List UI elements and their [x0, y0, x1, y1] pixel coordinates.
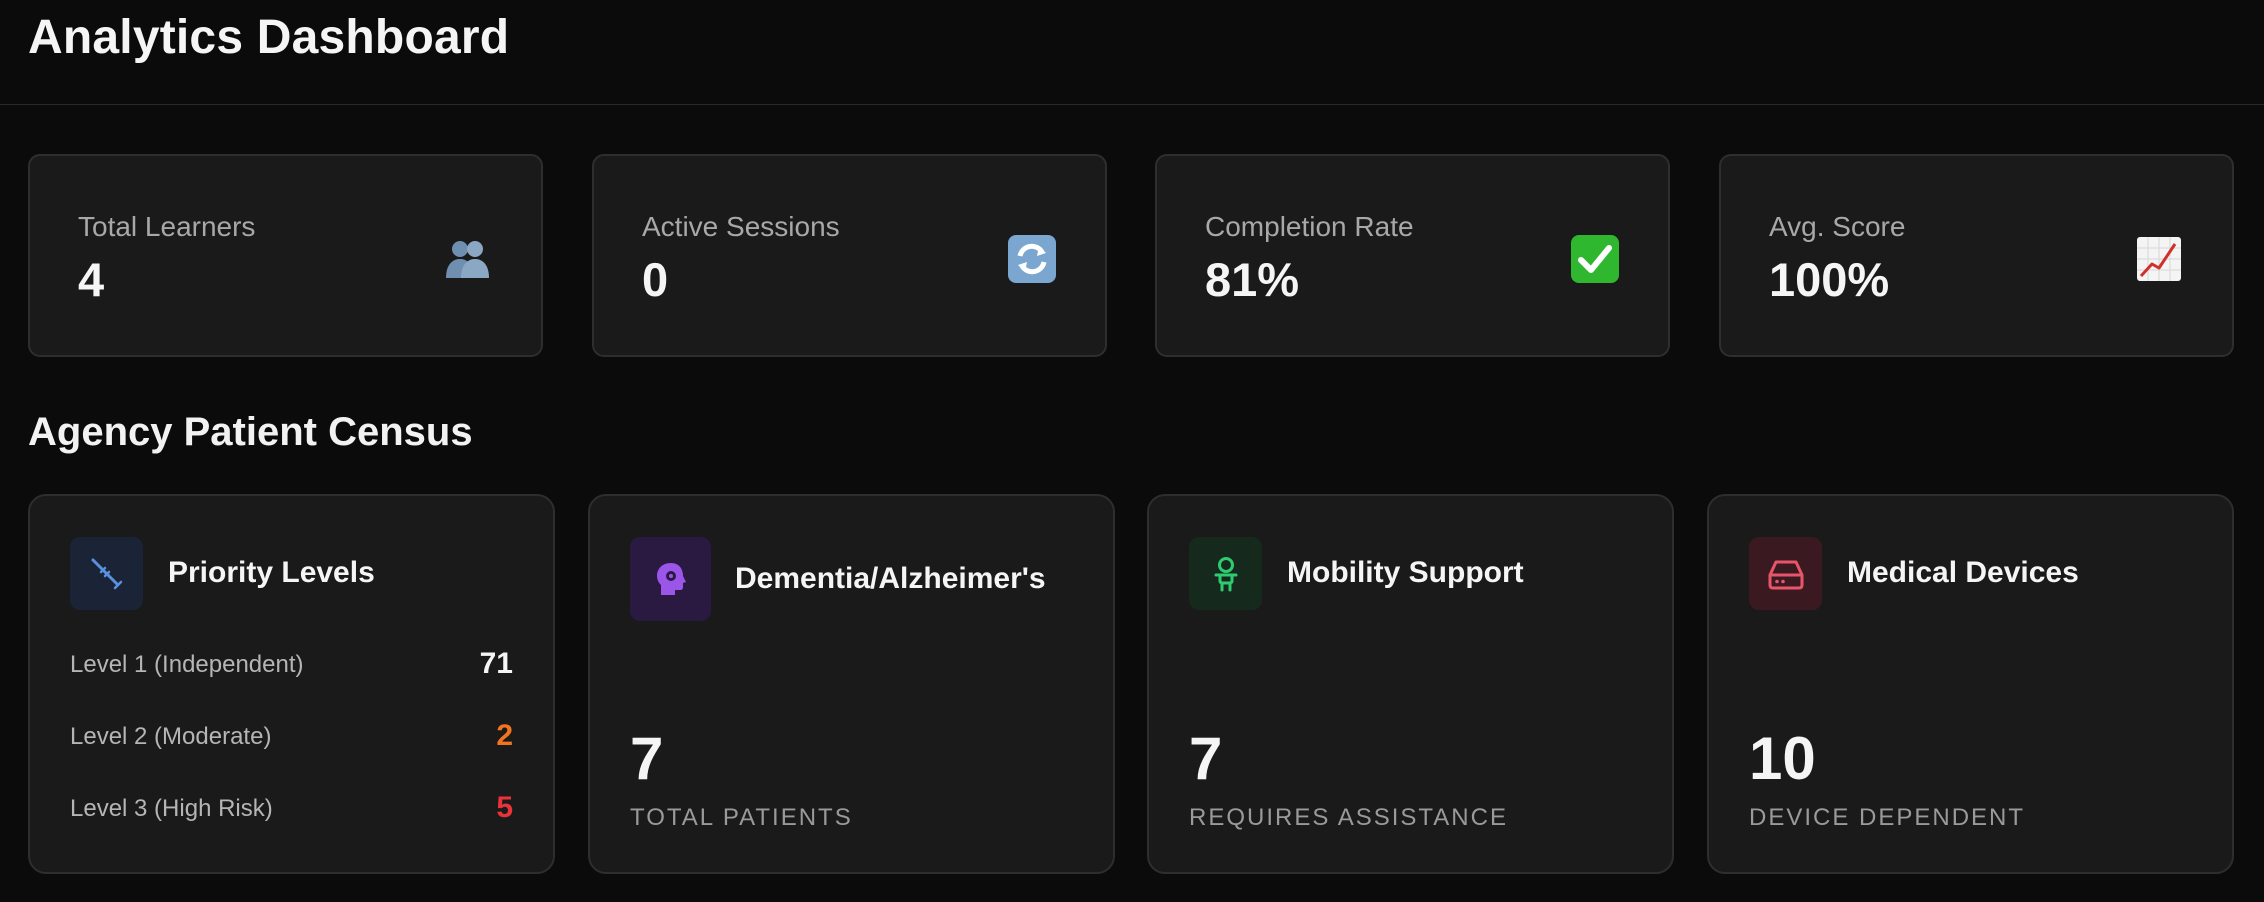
stat-label: Avg. Score: [1769, 211, 1906, 242]
stat-value: 4: [78, 253, 105, 306]
level-row: Level 1 (Independent) 71: [70, 647, 513, 683]
level-label: Level 1 (Independent): [70, 651, 304, 678]
icon-box: [1749, 537, 1822, 610]
stat-label: Completion Rate: [1205, 211, 1414, 242]
level-label: Level 2 (Moderate): [70, 723, 272, 750]
count-caption: REQUIRES ASSISTANCE: [1189, 804, 1508, 831]
level-value: 71: [479, 647, 513, 680]
stat-label: Total Learners: [78, 211, 256, 242]
level-label: Level 3 (High Risk): [70, 795, 273, 822]
check-icon: [1571, 235, 1619, 283]
stat-card-avg-score: Avg. Score 100%: [1719, 154, 2234, 357]
stat-card-total-learners: Total Learners 4: [28, 154, 543, 357]
card-title: Dementia/Alzheimer's: [735, 562, 1046, 595]
syringe-icon: [91, 558, 122, 589]
accessibility-icon: [1214, 556, 1237, 591]
card-title: Priority Levels: [168, 556, 375, 589]
level-row: Level 2 (Moderate) 2: [70, 719, 513, 755]
brain-head-icon: [656, 563, 686, 595]
page-title: Analytics Dashboard: [28, 11, 510, 64]
icon-box: [70, 537, 143, 610]
census-card-dementia: Dementia/Alzheimer's 7 TOTAL PATIENTS: [588, 494, 1115, 874]
census-card-priority-levels: Priority Levels Level 1 (Independent) 71…: [28, 494, 555, 874]
stat-card-active-sessions: Active Sessions 0: [592, 154, 1107, 357]
census-card-medical-devices: Medical Devices 10 DEVICE DEPENDENT: [1707, 494, 2234, 874]
hard-drive-icon: [1768, 560, 1803, 589]
section-title: Agency Patient Census: [28, 410, 473, 454]
census-card-mobility: Mobility Support 7 REQUIRES ASSISTANCE: [1147, 494, 1674, 874]
stat-value: 0: [642, 253, 669, 306]
level-row: Level 3 (High Risk) 5: [70, 791, 513, 827]
card-title: Medical Devices: [1847, 556, 2079, 589]
device-count: 10: [1749, 725, 1816, 792]
refresh-icon: [1008, 235, 1056, 283]
stat-value: 100%: [1769, 253, 1890, 306]
card-title: Mobility Support: [1287, 556, 1524, 589]
chart-up-icon: [2137, 237, 2181, 281]
icon-box: [1189, 537, 1262, 610]
patient-count: 7: [630, 725, 664, 792]
stat-value: 81%: [1205, 253, 1300, 306]
level-value: 2: [496, 719, 513, 752]
level-value: 5: [496, 791, 513, 824]
stat-label: Active Sessions: [642, 211, 840, 242]
icon-box: [630, 537, 711, 621]
count-caption: DEVICE DEPENDENT: [1749, 804, 2026, 831]
stat-card-completion-rate: Completion Rate 81%: [1155, 154, 1670, 357]
header: Analytics Dashboard: [0, 0, 2264, 105]
count-caption: TOTAL PATIENTS: [630, 804, 853, 831]
patient-count: 7: [1189, 725, 1223, 792]
people-icon: [446, 241, 489, 278]
